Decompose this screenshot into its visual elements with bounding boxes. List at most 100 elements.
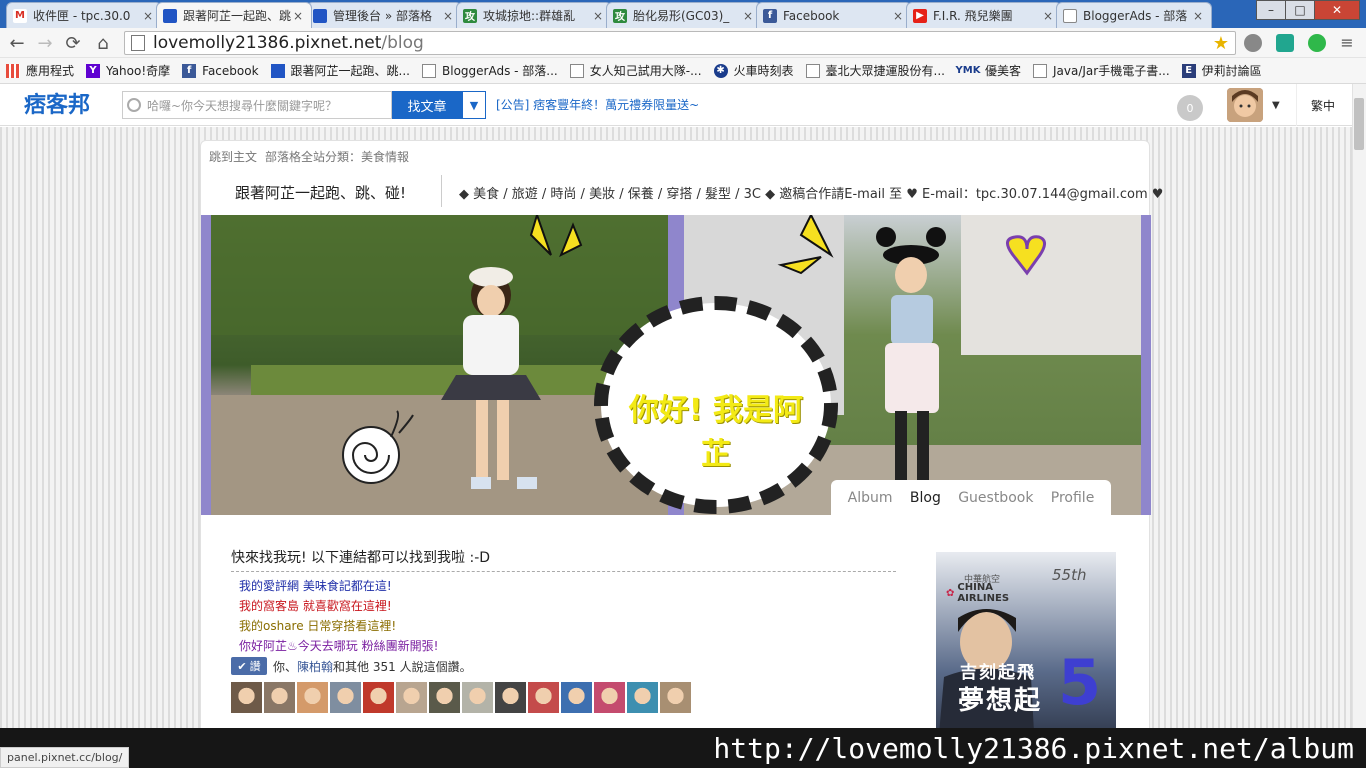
bookmark-star-icon[interactable]: ★ [1213, 33, 1229, 54]
facebook-icon: f [763, 8, 777, 23]
back-icon[interactable]: ← [6, 33, 28, 54]
bookmark-item[interactable]: f Facebook [182, 63, 259, 78]
browser-tab[interactable]: 攻胎化易形(GC03)_ × [606, 2, 762, 28]
friend-avatar[interactable] [495, 682, 526, 713]
skip-to-main-link[interactable]: 跳到主文 [209, 150, 257, 164]
friend-avatar[interactable] [594, 682, 625, 713]
friend-avatar[interactable] [363, 682, 394, 713]
page-icon [805, 63, 820, 78]
language-selector[interactable]: 繁中 [1296, 84, 1335, 126]
apps-icon [6, 63, 20, 78]
bookmark-item[interactable]: Java/Jar手機電子書... [1033, 62, 1170, 79]
bookmark-item[interactable]: Y Yahoo!奇摩 [86, 62, 170, 79]
tab-title: 管理後台 » 部落格 [333, 9, 432, 23]
browser-tab[interactable]: M 收件匣 - tpc.30.0 × [6, 2, 162, 28]
extension-icon[interactable] [1308, 34, 1326, 52]
post-heading[interactable]: 快來找我玩! 以下連結都可以找到我啦 :-D [231, 547, 490, 567]
facebook-icon: f [182, 63, 197, 78]
friend-avatar[interactable] [264, 682, 295, 713]
friend-avatar[interactable] [528, 682, 559, 713]
close-tab-icon[interactable]: × [291, 9, 305, 23]
divider [441, 175, 442, 207]
extension-icon[interactable] [1276, 34, 1294, 52]
minimize-button[interactable]: – [1256, 0, 1286, 20]
browser-tab[interactable]: 跟著阿芷一起跑、跳 × [156, 2, 312, 28]
address-bar[interactable]: lovemolly21386.pixnet.net/blog ★ [124, 31, 1236, 55]
tab-title: Facebook [783, 8, 840, 23]
social-link[interactable]: 你好阿芷♨今天去哪玩 粉絲團新開張! [239, 637, 438, 654]
bookmark-item[interactable]: ✱ 火車時刻表 [713, 62, 794, 79]
like-button[interactable]: ✔ 讚 [231, 657, 267, 675]
friend-avatar[interactable] [627, 682, 658, 713]
friend-avatar[interactable] [561, 682, 592, 713]
tab-title: 攻城掠地::群雄亂 [483, 9, 576, 23]
pixnet-icon [270, 63, 285, 78]
friend-avatar[interactable] [297, 682, 328, 713]
friend-avatar[interactable] [429, 682, 460, 713]
like-friend-link[interactable]: 陳柏翰 [297, 658, 333, 675]
bookmark-item[interactable]: 跟著阿芷一起跑、跳... [270, 62, 410, 79]
close-tab-icon[interactable]: × [741, 9, 755, 23]
friend-avatar[interactable] [660, 682, 691, 713]
bookmark-item[interactable]: E 伊莉討論區 [1181, 62, 1262, 79]
social-link[interactable]: 我的窩客島 就喜歡窩在這裡! [239, 597, 392, 614]
close-tab-icon[interactable]: × [1191, 9, 1205, 23]
close-tab-icon[interactable]: × [141, 9, 155, 23]
browser-tab[interactable]: BloggerAds - 部落 × [1056, 2, 1212, 28]
scrollbar[interactable] [1352, 84, 1366, 768]
close-tab-icon[interactable]: × [891, 9, 905, 23]
avatar-menu-icon[interactable]: ▼ [1272, 100, 1280, 111]
close-tab-icon[interactable]: × [1041, 9, 1055, 23]
bookmark-label: Yahoo!奇摩 [106, 64, 171, 78]
bookmark-item[interactable]: 臺北大眾捷運股份有... [805, 62, 945, 79]
search-icon [127, 98, 141, 112]
ad-line2: 夢想起 [958, 686, 1043, 716]
scrollbar-thumb[interactable] [1354, 98, 1364, 150]
chevron-down-icon[interactable]: ▼ [462, 91, 486, 119]
bookmark-item[interactable]: BloggerAds - 部落... [422, 62, 558, 79]
menu-icon[interactable]: ≡ [1336, 33, 1358, 52]
tab-title: F.I.R. 飛兒樂團 [933, 9, 1013, 23]
notification-badge[interactable]: 0 [1177, 95, 1203, 121]
bookmark-label: 伊莉討論區 [1201, 64, 1262, 78]
browser-tab[interactable]: 管理後台 » 部落格 × [306, 2, 462, 28]
bookmark-label: 優美客 [984, 64, 1021, 78]
close-tab-icon[interactable]: × [591, 9, 605, 23]
blog-tab-profile[interactable]: Profile [1051, 490, 1095, 506]
browser-tab[interactable]: 攻攻城掠地::群雄亂 × [456, 2, 612, 28]
category-link[interactable]: 部落格全站分類：美食情報 [265, 150, 409, 164]
close-window-button[interactable]: ✕ [1314, 0, 1360, 20]
close-tab-icon[interactable]: × [441, 9, 455, 23]
friend-avatar[interactable] [330, 682, 361, 713]
search-input[interactable]: 哈囉~你今天想搜尋什麼關鍵字呢？ [122, 91, 392, 119]
reload-icon[interactable]: ⟳ [62, 33, 84, 54]
blog-tab-blog[interactable]: Blog [910, 490, 941, 506]
bookmark-label: 火車時刻表 [733, 64, 794, 78]
friend-avatar[interactable] [462, 682, 493, 713]
social-link[interactable]: 我的oshare 日常穿搭看這裡! [239, 617, 396, 634]
blog-title[interactable]: 跟著阿芷一起跑、跳、碰! [235, 182, 406, 203]
social-link[interactable]: 我的愛評網 美味食記都在這! [239, 577, 392, 594]
find-article-button[interactable]: 找文章 [392, 91, 462, 119]
maximize-button[interactable]: □ [1285, 0, 1315, 20]
friend-avatar[interactable] [396, 682, 427, 713]
blog-nav-tabs: Album Blog Guestbook Profile [831, 480, 1111, 516]
bookmark-item[interactable]: 應用程式 [6, 62, 74, 79]
browser-tab[interactable]: f Facebook × [756, 2, 912, 28]
bookmark-item[interactable]: YMK 優美客 [956, 62, 1021, 79]
pixnet-logo[interactable]: 痞客邦 [24, 87, 90, 119]
browser-tab[interactable]: ▶ F.I.R. 飛兒樂團 × [906, 2, 1062, 28]
banner-speech-text: 你好! 我是阿芷 [628, 393, 804, 472]
friend-avatar[interactable] [231, 682, 262, 713]
game-icon: 攻 [613, 8, 627, 23]
forward-icon[interactable]: → [34, 33, 56, 54]
announcement-link[interactable]: [公告] 痞客豐年終！萬元禮券限量送~ [496, 96, 699, 113]
blog-tab-guestbook[interactable]: Guestbook [958, 490, 1033, 506]
avatar[interactable] [1227, 88, 1263, 122]
blog-tab-album[interactable]: Album [848, 490, 893, 506]
extension-icon[interactable] [1244, 34, 1262, 52]
game-icon: 攻 [463, 8, 477, 23]
blog-container: 跳到主文 部落格全站分類：美食情報 跟著阿芷一起跑、跳、碰! ◆ 美食 / 旅遊 … [200, 140, 1163, 768]
home-icon[interactable]: ⌂ [92, 33, 114, 54]
bookmark-item[interactable]: 女人知己試用大隊-... [569, 62, 702, 79]
